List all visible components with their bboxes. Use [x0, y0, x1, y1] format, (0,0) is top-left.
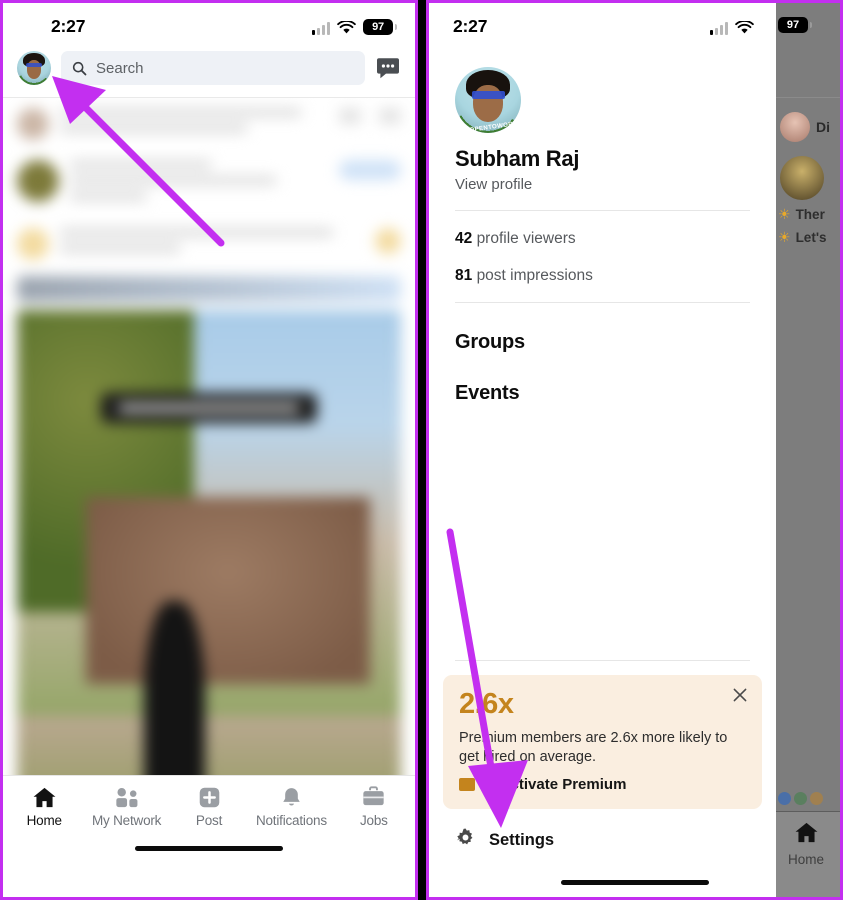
- premium-badge-icon: [459, 778, 475, 791]
- settings-row[interactable]: Settings: [443, 809, 762, 853]
- tab-my-network[interactable]: My Network: [85, 784, 167, 828]
- drawer-item-events[interactable]: Events: [455, 382, 750, 405]
- dimmed-entry-text: Let's: [795, 230, 827, 245]
- search-icon: [72, 61, 87, 76]
- profile-avatar-icon[interactable]: #OPENTOWORK: [455, 67, 521, 133]
- dimmed-list-item: Di: [772, 98, 840, 142]
- battery-icon-dimmed: 97: [778, 17, 812, 33]
- tab-post-label: Post: [195, 813, 223, 828]
- open-to-work-badge: #OPENTOWORK: [465, 120, 519, 133]
- stat-post-impressions[interactable]: 81 post impressions: [455, 267, 750, 285]
- status-indicators: 97: [311, 17, 397, 35]
- dimmed-tab-home-label: Home: [787, 852, 824, 867]
- right-phone-screen: 97 Di ☀ Ther ☀ Let's Home 2:27 #OPENTOWO…: [426, 0, 843, 900]
- profile-name: Subham Raj: [455, 146, 580, 171]
- home-icon: [794, 821, 819, 849]
- divider: [455, 302, 750, 303]
- wifi-icon: [735, 20, 754, 35]
- profile-avatar-icon[interactable]: [17, 51, 51, 85]
- blurred-feed: Home My Network Post Notifications Jobs: [3, 97, 415, 861]
- home-indicator: [135, 845, 283, 851]
- sun-emoji-icon: ☀: [778, 206, 791, 222]
- tab-home[interactable]: Home: [3, 784, 85, 828]
- left-phone-screen: 2:27 97 Search Home My Network Post Noti…: [0, 0, 418, 900]
- gear-icon: [455, 827, 476, 853]
- battery-icon: 97: [363, 19, 397, 35]
- reactivate-premium-button[interactable]: Reactivate Premium: [459, 776, 746, 793]
- feed-post-image: [17, 310, 401, 830]
- battery-level: 97: [372, 21, 384, 33]
- stat-profile-viewers-label: profile viewers: [476, 230, 576, 247]
- tab-notifications-label: Notifications: [255, 813, 327, 828]
- profile-drawer: 2:27 #OPENTOWORK Subham Raj View profile…: [429, 3, 776, 897]
- status-bar-right: 2:27: [429, 3, 776, 47]
- my-network-icon: [113, 784, 140, 810]
- stat-post-impressions-label: post impressions: [476, 267, 593, 284]
- messaging-icon[interactable]: [375, 55, 401, 81]
- premium-headline: 2.6x: [459, 687, 514, 720]
- tab-my-network-label: My Network: [91, 813, 162, 828]
- tab-home-label: Home: [26, 813, 62, 828]
- stat-post-impressions-value: 81: [455, 267, 473, 284]
- dimmed-list-item: ☀ Ther: [772, 206, 840, 223]
- home-icon: [32, 784, 57, 810]
- stat-profile-viewers[interactable]: 42 profile viewers: [455, 230, 750, 248]
- dimmed-feed-content: 97 Di ☀ Ther ☀ Let's Home: [772, 3, 840, 897]
- view-profile-link[interactable]: View profile: [455, 176, 750, 193]
- divider: [455, 210, 750, 211]
- settings-label: Settings: [489, 830, 555, 849]
- premium-description: Premium members are 2.6x more likely to …: [459, 729, 728, 765]
- tab-notifications[interactable]: Notifications: [250, 784, 332, 828]
- drawer-item-groups[interactable]: Groups: [455, 331, 750, 354]
- search-header: Search: [3, 47, 415, 97]
- bell-icon: [280, 784, 303, 810]
- search-input[interactable]: Search: [61, 51, 365, 85]
- dimmed-reaction-row: [778, 792, 823, 805]
- wifi-icon: [337, 20, 356, 35]
- tab-jobs-label: Jobs: [359, 813, 388, 828]
- tab-jobs[interactable]: Jobs: [333, 784, 415, 828]
- briefcase-icon: [361, 784, 386, 810]
- dimmed-entry-text: Ther: [795, 207, 825, 222]
- premium-promo-card[interactable]: 2.6x Premium members are 2.6x more likel…: [443, 674, 762, 809]
- cellular-signal-icon: [311, 22, 330, 35]
- close-icon[interactable]: [732, 687, 748, 703]
- stat-profile-viewers-value: 42: [455, 230, 473, 247]
- dimmed-list-item: ☀ Let's: [772, 229, 840, 246]
- avatar: [780, 156, 824, 200]
- dimmed-list-item: [772, 142, 840, 200]
- status-bar-left: 2:27 97: [3, 3, 415, 47]
- cellular-signal-icon: [709, 22, 728, 35]
- sun-emoji-icon: ☀: [778, 229, 791, 245]
- tab-post[interactable]: Post: [168, 784, 250, 828]
- panel-divider: [418, 0, 426, 900]
- dimmed-tab-bar: Home: [772, 811, 840, 897]
- status-indicators-right: [709, 17, 755, 35]
- search-placeholder: Search: [96, 59, 144, 77]
- battery-level-dimmed: 97: [786, 19, 800, 31]
- status-time: 2:27: [51, 16, 86, 36]
- dimmed-entry-text: Di: [816, 119, 830, 135]
- avatar: [780, 112, 810, 142]
- home-indicator: [560, 879, 709, 885]
- status-time-right: 2:27: [453, 16, 488, 36]
- post-plus-icon: [198, 784, 221, 810]
- screenshot-stage: 2:27 97 Search Home My Network Post Noti…: [0, 0, 843, 900]
- reactivate-premium-label: Reactivate Premium: [483, 776, 627, 793]
- divider: [455, 659, 750, 661]
